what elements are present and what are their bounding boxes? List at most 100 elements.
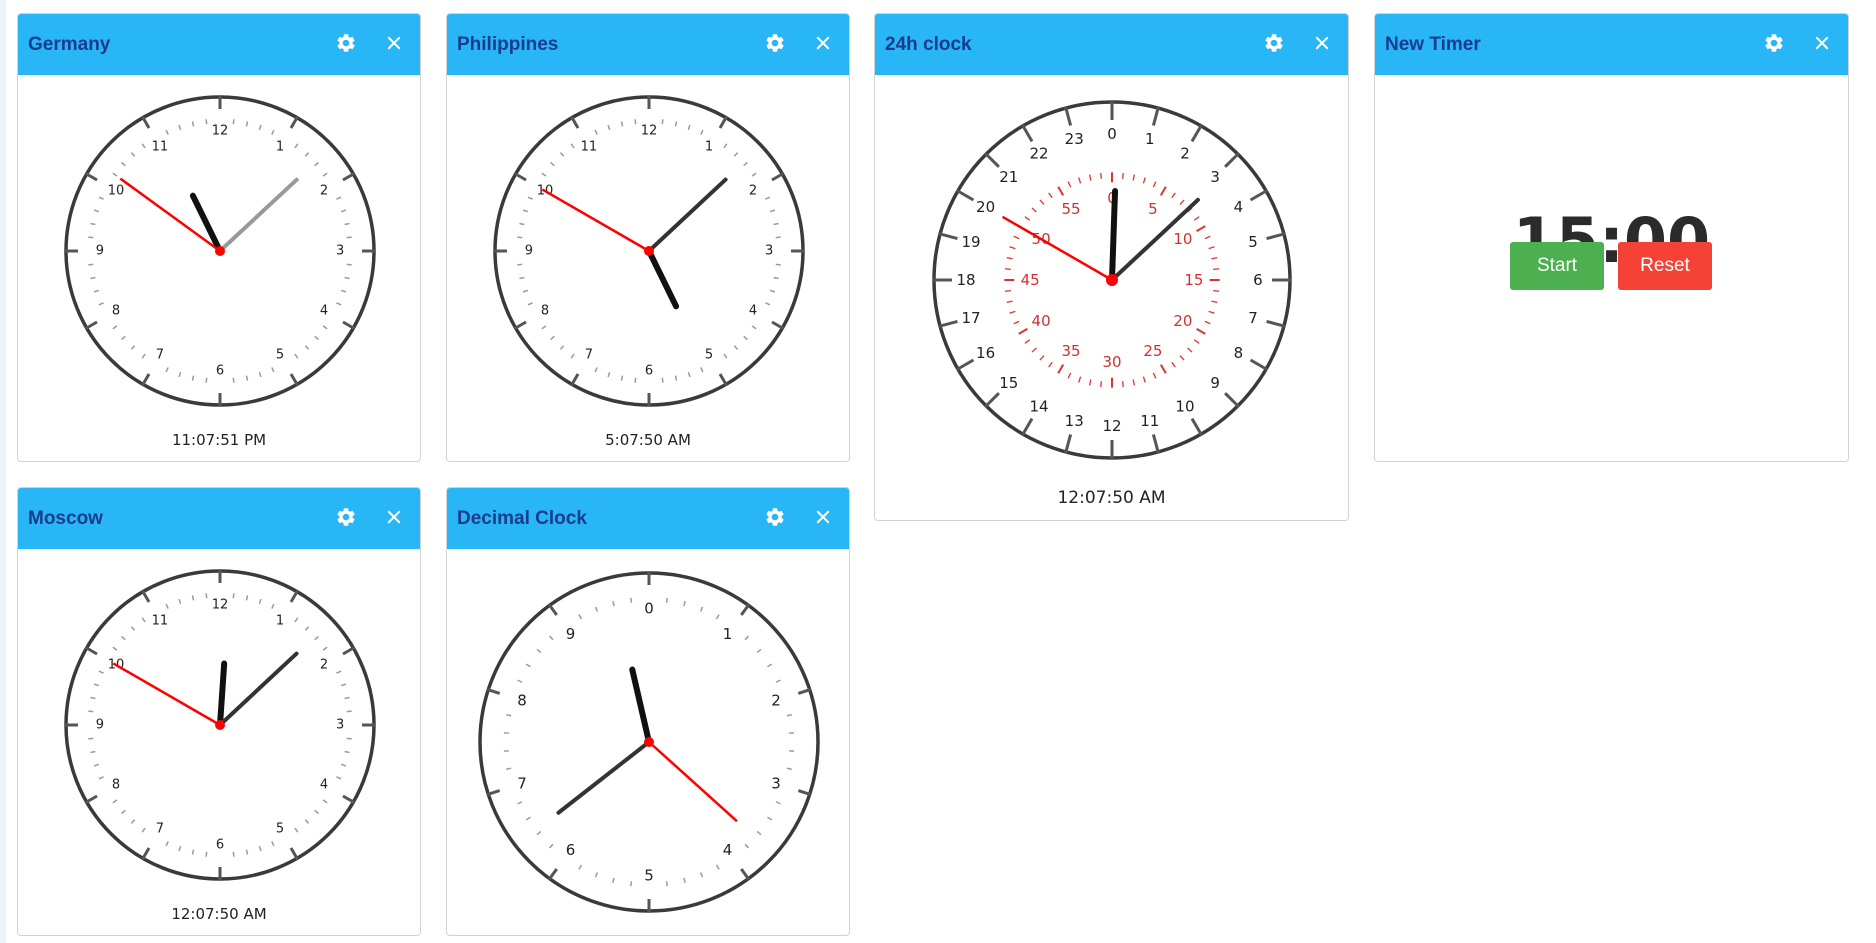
dial-number: 3: [336, 718, 344, 733]
minor-tick: [786, 714, 792, 717]
minor-tick: [88, 710, 94, 713]
dial-number: 12: [212, 597, 229, 612]
minor-tick: [205, 851, 208, 857]
center-dot: [644, 246, 654, 256]
hour-number: 14: [1029, 397, 1048, 415]
minor-tick: [88, 236, 94, 239]
center-dot: [1106, 274, 1118, 286]
close-icon: [1813, 34, 1831, 57]
dial-number: 7: [585, 348, 593, 363]
hour-number: 20: [976, 198, 995, 216]
widget-moscow: Moscow 12 1 2 3 4 5 6 7 8 9 10 11 12:07:50 AM: [17, 487, 421, 936]
reset-button[interactable]: Reset: [1618, 242, 1712, 290]
minor-tick: [205, 377, 208, 383]
minute-tick: [1100, 172, 1103, 179]
minor-tick: [674, 375, 678, 381]
analog-clock: 121234567891011: [64, 569, 376, 881]
dial-number: 1: [276, 139, 284, 154]
widget-title: New Timer: [1385, 34, 1481, 55]
hour-number: 23: [1065, 130, 1084, 148]
dial-number: 6: [216, 364, 224, 379]
page-left-edge: [0, 0, 6, 943]
minor-tick: [630, 597, 633, 603]
close-button[interactable]: [1806, 29, 1838, 61]
hour-number: 12: [1102, 417, 1121, 435]
minute-number: 45: [1021, 271, 1040, 289]
dial-number: 7: [517, 774, 527, 792]
center-dot: [644, 737, 654, 747]
dial-number: 5: [276, 822, 284, 837]
minor-tick: [191, 121, 195, 127]
dial-number: 4: [749, 304, 757, 319]
minor-tick: [674, 121, 678, 127]
dial-number: 8: [517, 692, 527, 710]
minor-tick: [245, 595, 249, 601]
dial-number: 11: [152, 613, 169, 628]
minor-tick: [90, 222, 96, 226]
hour-number: 8: [1234, 344, 1244, 362]
minor-tick: [519, 276, 525, 280]
dial-number: 3: [336, 244, 344, 259]
dial-number: 6: [216, 838, 224, 853]
dial-number: 0: [644, 599, 654, 617]
start-button[interactable]: Start: [1510, 242, 1604, 290]
decimal-clock: 0 1 2 3 4 5 6 7 8 9: [478, 571, 820, 913]
widget-philippines: Philippines 12 1 2 3 4 5 6 7 8 9 10 11 5:07:50 AM: [446, 13, 850, 462]
minor-tick: [205, 119, 208, 125]
time-readout: 5:07:50 AM: [605, 431, 691, 449]
dial-number: 9: [566, 625, 576, 643]
minute-number: 55: [1062, 200, 1081, 218]
dial-number: 6: [645, 364, 653, 379]
dial-number: 1: [723, 625, 733, 643]
minute-tick: [1004, 289, 1011, 292]
minor-tick: [506, 767, 512, 770]
center-dot: [215, 720, 225, 730]
hour-hand: [217, 660, 228, 728]
minor-tick: [245, 121, 249, 127]
hour-number: 13: [1065, 412, 1084, 430]
minor-tick: [517, 236, 523, 239]
minor-tick: [634, 377, 637, 383]
minor-tick: [786, 767, 792, 770]
dial-number: 5: [644, 867, 654, 885]
hour-number: 1: [1145, 130, 1155, 148]
dial-number: 4: [320, 304, 328, 319]
analog-clock: 121234567891011: [493, 95, 805, 407]
minor-tick: [346, 236, 352, 239]
minor-tick: [773, 276, 779, 280]
hour-number: 21: [999, 168, 1018, 186]
minor-tick: [775, 236, 781, 239]
hour-number: 3: [1210, 168, 1220, 186]
dial-number: 9: [96, 718, 104, 733]
hour-number: 4: [1234, 198, 1244, 216]
minute-tick: [1213, 289, 1220, 292]
minor-tick: [665, 597, 668, 603]
settings-button[interactable]: [1758, 29, 1790, 61]
minor-tick: [344, 750, 350, 754]
analog-clock: 121234567891011: [64, 95, 376, 407]
widget-germany: Germany 12 1 2 3 4 5 6 7 8 9 10 11 11:07:51 PM: [17, 13, 421, 462]
minor-tick: [232, 119, 235, 125]
dial-number: 3: [771, 774, 781, 792]
dial-number: 11: [152, 139, 169, 154]
minor-tick: [775, 263, 781, 266]
hour-number: 9: [1210, 374, 1220, 392]
dial-number: 7: [156, 822, 164, 837]
minor-tick: [344, 276, 350, 280]
dial-number: 6: [566, 841, 576, 859]
dial-number: 12: [641, 123, 658, 138]
widget-header: New Timer: [1375, 14, 1848, 75]
hour-number: 0: [1107, 125, 1117, 143]
hour-number: 2: [1180, 145, 1190, 163]
hour-number: 19: [961, 233, 980, 251]
timer-display: 15:00: [1512, 204, 1711, 277]
minor-tick: [232, 377, 235, 383]
minor-tick: [346, 710, 352, 713]
widget-new-timer: New Timer 15:00 Start Reset: [1374, 13, 1849, 462]
hour-number: 18: [956, 271, 975, 289]
minor-tick: [346, 263, 352, 266]
dial-number: 8: [112, 304, 120, 319]
minute-number: 30: [1102, 353, 1121, 371]
hour-number: 5: [1248, 233, 1258, 251]
dial-number: 12: [212, 123, 229, 138]
